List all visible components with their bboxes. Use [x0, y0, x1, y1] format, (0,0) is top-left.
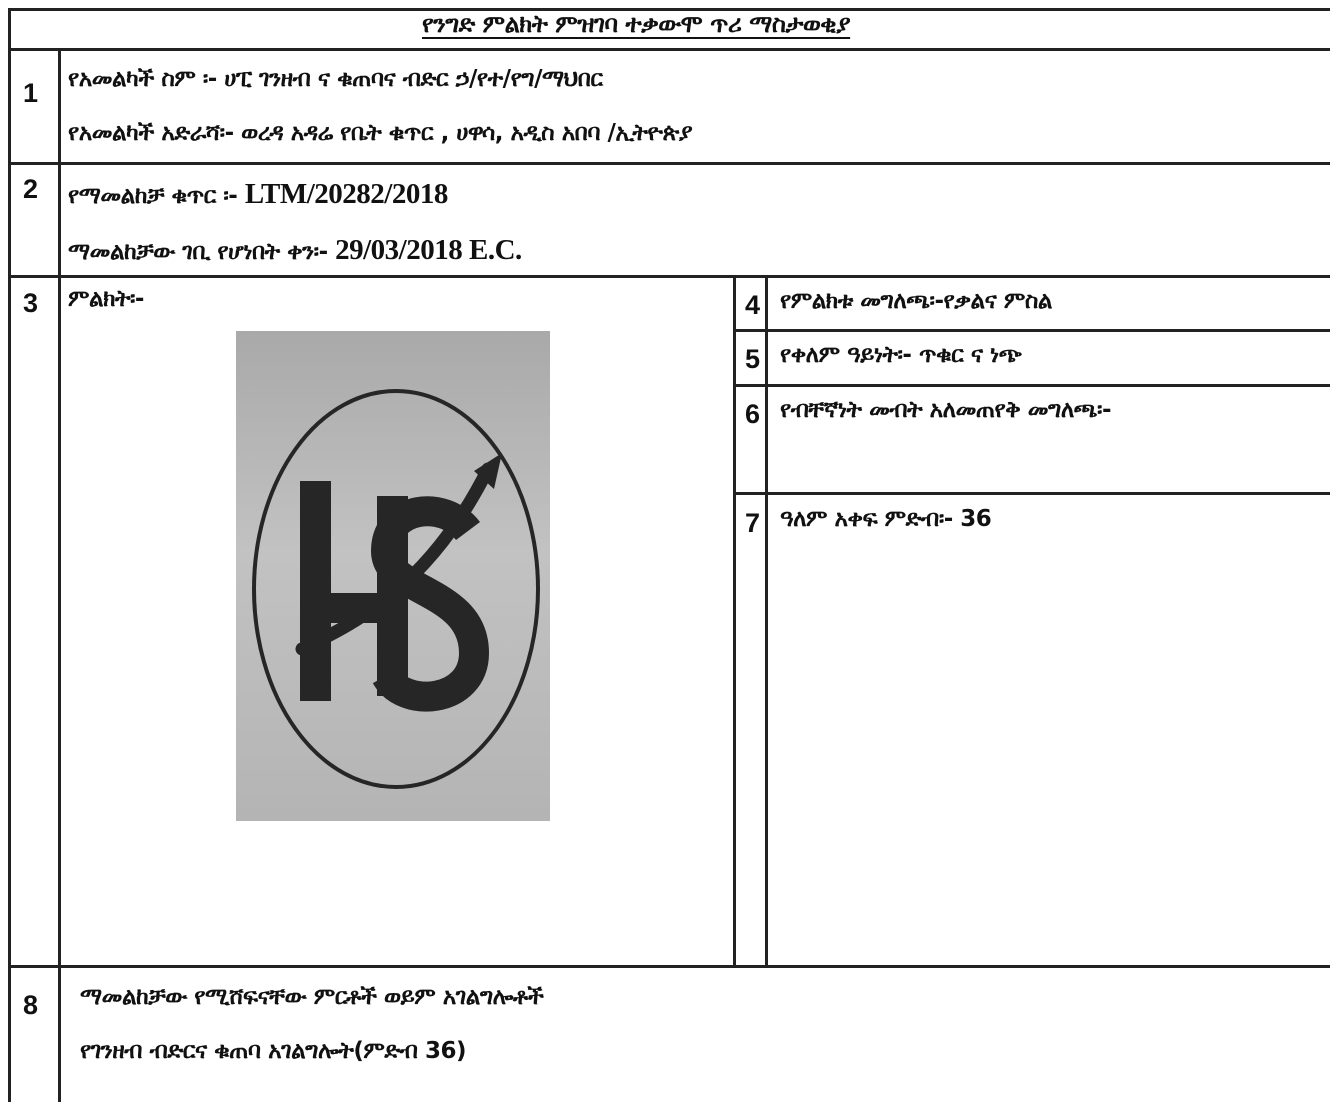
row-number: 1 [23, 78, 39, 108]
row-divider [735, 384, 1330, 387]
row-divider [8, 965, 1330, 968]
column-divider [765, 275, 768, 967]
owner-name: የአመልካች ስም ፡- ሀፒ ገንዘብ ና ቁጠባና ብድር ኃ/የተ/የግ/… [68, 66, 603, 92]
application-number: የማመልከቻ ቁጥር ፡- LTM/20282/2018 [68, 178, 448, 211]
row-number: 2 [23, 174, 39, 204]
color-type: የቀለም ዓይነት፡- ጥቁር ና ነጭ [780, 342, 1022, 368]
hs-logo-icon [252, 389, 540, 789]
row-number: 6 [745, 399, 761, 429]
application-number-value: LTM/20282/2018 [244, 178, 449, 210]
international-class: ዓለም አቀፍ ምድብ፡- 36 [780, 506, 992, 532]
owner-address: የአመልካች አድራሻ፡- ወረዳ አዳሬ የቤት ቁጥር , ሀዋሳ, አዲስ… [68, 120, 693, 146]
filing-date: ማመልከቻው ገቢ የሆነበት ቀን፡- 29/03/2018 E.C. [68, 234, 522, 267]
application-number-label: የማመልከቻ ቁጥር ፡- [68, 183, 245, 209]
row-divider [8, 48, 1330, 51]
row-number: 8 [23, 990, 39, 1020]
number-column-divider [58, 48, 61, 1102]
row-divider [8, 162, 1330, 165]
row-divider [735, 492, 1330, 495]
filing-date-value: 29/03/2018 E.C. [335, 234, 522, 266]
row-divider [8, 275, 1330, 278]
mark-label: ምልክት፡- [68, 286, 144, 312]
goods-services-heading: ማመልከቻው የሚሸፍናቸው ምርቶች ወይም አገልግሎቶች [80, 984, 544, 1010]
row-number: 7 [745, 508, 761, 538]
column-divider [733, 275, 736, 967]
row-divider [735, 329, 1330, 332]
row-number: 4 [745, 290, 761, 320]
mark-description: የምልክቱ መግለጫ፡-የቃልና ምስል [780, 288, 1052, 314]
notice-title: የንግድ ምልክት ምዝገባ ተቃውሞ ጥሪ ማስታወቂያ [422, 10, 851, 38]
row-number: 3 [23, 288, 39, 318]
filing-date-label: ማመልከቻው ገቢ የሆነበት ቀን፡- [68, 239, 336, 265]
trademark-logo-image [236, 331, 550, 821]
row-number: 5 [745, 344, 761, 374]
notice-table [8, 8, 1330, 1102]
disclaimer-statement: የብቸኛነት መብት አለመጠየቅ መግለጫ፡- [780, 397, 1112, 423]
goods-services-list: የገንዘብ ብድርና ቁጠባ አገልግሎት(ምድብ 36) [80, 1038, 467, 1064]
